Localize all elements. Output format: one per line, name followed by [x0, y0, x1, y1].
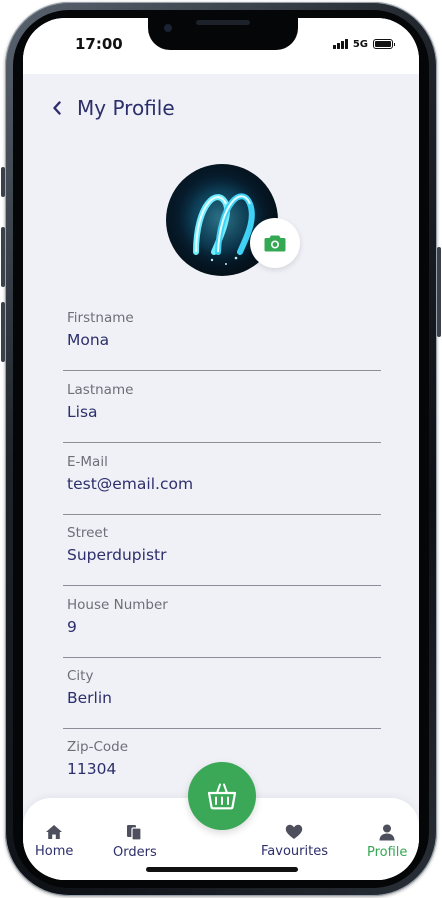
- zip-code-label: Zip-Code: [67, 739, 129, 755]
- nav-label-favourites: Favourites: [261, 844, 328, 859]
- speaker-grille: [196, 20, 250, 25]
- city-label: City: [67, 668, 94, 684]
- camera-icon: [264, 235, 286, 252]
- status-time: 17:00: [75, 35, 123, 53]
- zip-code-value[interactable]: 11304: [67, 760, 116, 778]
- home-indicator[interactable]: [146, 867, 298, 872]
- street-label: Street: [67, 525, 109, 541]
- email-field[interactable]: E-Mail test@email.com: [63, 454, 381, 515]
- heart-icon: [286, 824, 303, 839]
- home-icon: [46, 825, 63, 839]
- power-button: [437, 247, 441, 337]
- header: My Profile: [49, 96, 175, 120]
- city-field[interactable]: City Berlin: [63, 668, 381, 729]
- lastname-label: Lastname: [67, 382, 134, 398]
- chevron-left-icon: [53, 101, 61, 115]
- orders-icon: [126, 825, 142, 841]
- house-number-value[interactable]: 9: [67, 618, 77, 636]
- volume-down-button: [1, 302, 5, 362]
- email-label: E-Mail: [67, 454, 108, 470]
- status-bar: 17:00 5G: [23, 18, 419, 74]
- basket-icon: [207, 783, 237, 810]
- volume-up-button: [1, 227, 5, 287]
- street-field[interactable]: Street Superdupistr: [63, 525, 381, 586]
- page-title: My Profile: [77, 96, 175, 120]
- status-icons: 5G: [332, 38, 395, 50]
- change-photo-button[interactable]: [250, 218, 300, 268]
- nav-label-orders: Orders: [113, 845, 157, 860]
- firstname-field[interactable]: Firstname Mona: [63, 310, 381, 371]
- house-number-field[interactable]: House Number 9: [63, 597, 381, 658]
- nav-item-home[interactable]: Home: [35, 824, 73, 859]
- city-value[interactable]: Berlin: [67, 689, 112, 707]
- front-camera: [164, 24, 172, 32]
- nav-label-profile: Profile: [367, 845, 408, 860]
- notch: [148, 18, 298, 50]
- battery-icon: [373, 39, 395, 49]
- email-value[interactable]: test@email.com: [67, 475, 193, 493]
- screen: 17:00 5G My Profile Firstname Mona Lastn…: [23, 18, 419, 880]
- house-number-label: House Number: [67, 597, 168, 613]
- network-type: 5G: [352, 38, 368, 50]
- avatar-container: [166, 164, 300, 276]
- nav-item-profile[interactable]: Profile: [367, 824, 407, 860]
- nav-label-home: Home: [35, 844, 74, 859]
- profile-content: My Profile Firstname Mona Lastname Lisa …: [23, 74, 419, 880]
- lastname-value[interactable]: Lisa: [67, 403, 98, 421]
- signal-icon: [332, 39, 348, 49]
- firstname-value[interactable]: Mona: [67, 331, 109, 349]
- person-icon: [379, 824, 395, 841]
- basket-button[interactable]: [188, 762, 256, 830]
- firstname-label: Firstname: [67, 310, 134, 326]
- nav-item-orders[interactable]: Orders: [113, 824, 157, 860]
- silent-switch: [1, 167, 5, 197]
- back-button[interactable]: [49, 100, 65, 116]
- lastname-field[interactable]: Lastname Lisa: [63, 382, 381, 443]
- street-value[interactable]: Superdupistr: [67, 546, 166, 564]
- nav-item-favourites[interactable]: Favourites: [261, 824, 328, 859]
